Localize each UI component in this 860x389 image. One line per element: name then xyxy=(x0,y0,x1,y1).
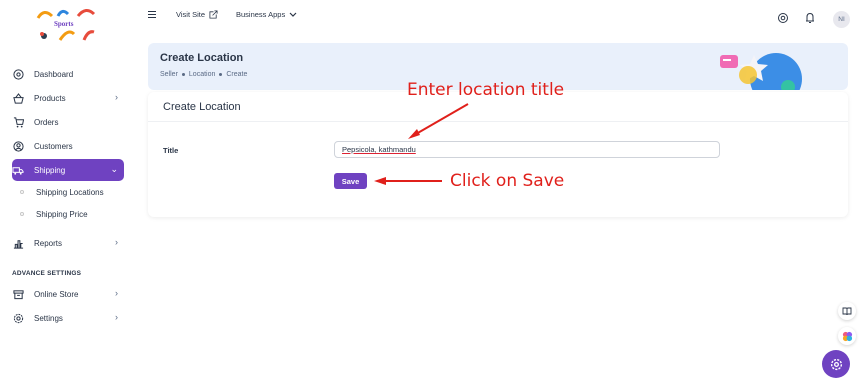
sidebar-subitem-shipping-locations[interactable]: Shipping Locations xyxy=(20,184,104,200)
header-illustration xyxy=(720,53,802,90)
sidebar-item-label: Dashboard xyxy=(34,69,74,79)
page-title: Create Location xyxy=(160,52,244,64)
external-link-icon xyxy=(209,10,218,19)
gear-icon xyxy=(830,358,842,370)
title-label: Title xyxy=(163,146,179,155)
breadcrumb-separator xyxy=(181,73,185,76)
sidebar-item-customers[interactable]: Customers xyxy=(12,135,124,157)
breadcrumb-item[interactable]: Location xyxy=(189,71,215,78)
sidebar-subitem-label: Shipping Price xyxy=(36,209,88,219)
business-apps-label: Business Apps xyxy=(236,10,286,19)
visit-site-link[interactable]: Visit Site xyxy=(176,10,218,19)
topbar: Visit Site Business Apps NI xyxy=(136,0,860,36)
bar-chart-icon xyxy=(12,237,24,249)
gear-icon xyxy=(12,312,24,324)
store-icon xyxy=(12,288,24,300)
svg-text:Sports: Sports xyxy=(54,20,74,28)
basket-icon xyxy=(12,92,24,104)
annotation-enter-title: Enter location title xyxy=(407,80,565,100)
cart-icon xyxy=(12,116,24,128)
title-input[interactable] xyxy=(334,141,720,158)
bullet-icon xyxy=(20,212,24,216)
create-location-form: Create Location Title Save xyxy=(148,92,848,217)
sidebar-item-dashboard[interactable]: Dashboard xyxy=(12,63,124,85)
sidebar-item-label: Products xyxy=(34,93,66,103)
visit-site-label: Visit Site xyxy=(176,10,206,19)
sidebar-item-label: Reports xyxy=(34,238,63,248)
breadcrumb-item: Create xyxy=(226,71,248,78)
sidebar-subitem-shipping-price[interactable]: Shipping Price xyxy=(20,206,88,222)
save-button[interactable]: Save xyxy=(334,173,367,189)
form-title: Create Location xyxy=(163,101,241,113)
menu-icon[interactable] xyxy=(148,11,156,18)
breadcrumb-item[interactable]: Seller xyxy=(160,71,178,78)
bell-icon[interactable] xyxy=(804,12,816,24)
sidebar-item-shipping[interactable]: Shipping ⌄ xyxy=(12,159,124,181)
sidebar-item-label: Orders xyxy=(34,117,59,127)
brain-button[interactable] xyxy=(838,327,856,345)
settings-icon[interactable] xyxy=(777,12,789,24)
sidebar-item-label: Shipping xyxy=(34,165,66,175)
sidebar-item-label: Customers xyxy=(34,141,73,151)
sidebar-item-online-store[interactable]: Online Store › xyxy=(12,283,124,305)
book-button[interactable] xyxy=(838,302,856,320)
book-icon xyxy=(842,307,852,315)
sidebar: Sports Dashboard Products › Orders Custo… xyxy=(0,0,136,389)
brain-icon xyxy=(842,331,852,341)
business-apps-dropdown[interactable]: Business Apps xyxy=(236,10,297,19)
sports-logo[interactable]: Sports xyxy=(30,4,106,46)
breadcrumb-separator xyxy=(219,73,223,76)
chevron-down-icon xyxy=(289,12,297,17)
bullet-icon xyxy=(20,190,24,194)
chevron-right-icon: › xyxy=(115,312,118,322)
annotation-click-save: Click on Save xyxy=(450,171,565,191)
user-circle-icon xyxy=(12,140,24,152)
breadcrumb: Seller Location Create xyxy=(160,71,247,78)
sidebar-item-label: Settings xyxy=(34,313,63,323)
customizer-button[interactable] xyxy=(822,350,850,378)
chevron-right-icon: › xyxy=(115,92,118,102)
sidebar-item-settings[interactable]: Settings › xyxy=(12,307,124,329)
sidebar-item-products[interactable]: Products › xyxy=(12,87,124,109)
sidebar-item-orders[interactable]: Orders xyxy=(12,111,124,133)
chevron-down-icon: ⌄ xyxy=(110,164,118,174)
chevron-right-icon: › xyxy=(115,237,118,247)
avatar[interactable]: NI xyxy=(833,11,850,28)
chevron-right-icon: › xyxy=(115,288,118,298)
truck-icon xyxy=(12,164,24,176)
sidebar-item-label: Online Store xyxy=(34,289,79,299)
dashboard-icon xyxy=(12,68,24,80)
sidebar-subitem-label: Shipping Locations xyxy=(36,187,104,197)
sidebar-item-reports[interactable]: Reports › xyxy=(12,232,124,254)
section-label: ADVANCE SETTINGS xyxy=(12,270,82,277)
